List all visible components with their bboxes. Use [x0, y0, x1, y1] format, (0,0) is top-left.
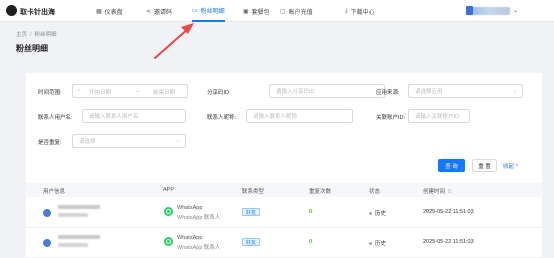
table-row[interactable]: WhatsApp WhatsApp 联系人 好友 0 历史 2025-05-22…	[26, 228, 542, 258]
repeat-label: 是否重复:	[38, 140, 62, 146]
column-created-time[interactable]: 创建时间 ⇅	[423, 187, 452, 195]
breadcrumb: 主页 / 粉丝明细	[16, 30, 57, 38]
repeat-count: 0	[309, 239, 313, 245]
annotation-arrow-line	[154, 27, 190, 59]
nav-item-package[interactable]: ▣ 套餐包	[243, 0, 270, 22]
nav-item-invite-code[interactable]: ⋖ 邀请码	[146, 0, 172, 22]
app-source-select[interactable]: 请选择应用 ⌄	[408, 84, 523, 98]
calendar-icon: ▫	[78, 88, 80, 94]
repeat-select[interactable]: 请选择 ⌄	[72, 134, 186, 148]
chevron-down-icon: ⌄	[175, 138, 180, 144]
nav-item-download-center[interactable]: ⤓ 下载中心	[345, 0, 375, 22]
nav-item-recharge[interactable]: ▢ 账户充值	[280, 0, 313, 22]
arrow-right-icon: →	[135, 88, 141, 94]
repeat-count: 0	[309, 209, 313, 215]
page-title: 粉丝明细	[16, 44, 48, 53]
status-dot-icon	[369, 242, 372, 246]
fans-icon: ▭	[192, 7, 198, 14]
time-range-label: 时间范围:	[38, 90, 62, 96]
top-nav-bar: 取卡针出海 ▦ 仪表盘 ⋖ 邀请码 ▭ 粉丝明细 ▣ 套餐包 ▢ 账户充值 ⤓ …	[0, 0, 554, 22]
nav-item-fans-detail[interactable]: ▭ 粉丝明细	[192, 0, 225, 22]
related-account-label: 关联账户ID:	[376, 115, 406, 121]
annotation-arrow-head	[181, 23, 194, 34]
nav-item-label: 套餐包	[251, 9, 270, 16]
contact-type-badge: 好友	[242, 238, 261, 246]
column-app: APP	[163, 187, 175, 193]
user-name-blurred[interactable]	[468, 7, 510, 15]
date-range-picker[interactable]: ▫ 开始日期 → 结束日期	[72, 84, 188, 98]
app-name: WhatsApp	[177, 205, 203, 211]
date-start-input[interactable]: 开始日期	[89, 88, 111, 96]
package-icon: ▣	[243, 8, 249, 15]
created-time: 2025-05-22 11:51:03	[423, 239, 474, 245]
avatar[interactable]	[466, 6, 473, 15]
column-repeat-count: 重复次数	[309, 189, 332, 195]
status-text: 历史	[375, 241, 387, 247]
app-source-placeholder: 请选择应用	[415, 89, 443, 95]
created-time: 2025-05-22 11:51:03	[423, 209, 474, 215]
app-source-label: 应用来源:	[376, 90, 400, 96]
related-account-input[interactable]: 请输入关联账户ID	[408, 109, 470, 123]
status-badge: 历史	[369, 239, 386, 247]
breadcrumb-home[interactable]: 主页	[16, 32, 27, 38]
table-header: 用户信息 APP 联系类型 重复次数 状态 创建时间 ⇅	[26, 183, 542, 197]
user-icon	[43, 209, 51, 217]
whatsapp-icon	[164, 207, 173, 216]
nav-item-label: 账户充值	[288, 9, 313, 16]
nav-item-label: 仪表盘	[104, 9, 123, 16]
contact-username-input[interactable]: 请输入联系人用户名	[82, 109, 186, 123]
user-id-blurred	[58, 243, 88, 247]
download-icon: ⤓	[345, 7, 348, 14]
nav-item-label: 粉丝明细	[200, 8, 225, 15]
app-sub: WhatsApp 联系人	[177, 215, 221, 221]
collapse-link[interactable]: 收起 ^	[503, 162, 518, 170]
contact-nickname-label: 联系人昵称:	[207, 115, 237, 121]
wallet-icon: ▢	[280, 8, 286, 15]
share-icon: ⋖	[146, 8, 152, 15]
whatsapp-icon	[164, 237, 173, 246]
share-code-input[interactable]: 请输入分享码ID	[269, 84, 385, 98]
contact-nickname-input[interactable]: 请输入联系人昵称	[246, 109, 353, 123]
brand-logo-icon[interactable]	[6, 5, 17, 16]
status-text: 历史	[375, 211, 387, 217]
user-id-blurred	[58, 213, 88, 217]
chevron-down-icon[interactable]: ⌄	[513, 7, 518, 14]
share-code-label: 分享码ID:	[207, 90, 231, 96]
contact-username-label: 联系人用户名:	[38, 115, 73, 121]
sort-icon[interactable]: ⇅	[447, 189, 452, 195]
nav-item-label: 下载中心	[350, 9, 375, 16]
user-icon	[43, 239, 51, 247]
column-status: 状态	[369, 189, 381, 195]
app-sub: WhatsApp 联系人	[177, 245, 221, 251]
app-name: WhatsApp	[177, 235, 203, 241]
status-dot-icon	[369, 212, 372, 216]
nav-item-dashboard[interactable]: ▦ 仪表盘	[96, 0, 123, 22]
breadcrumb-separator: /	[30, 32, 32, 38]
user-name-blurred	[58, 205, 100, 209]
chevron-down-icon: ⌄	[512, 88, 517, 94]
column-contact-type: 联系类型	[242, 189, 265, 195]
contact-type-badge: 好友	[242, 208, 261, 216]
repeat-placeholder: 请选择	[79, 139, 96, 145]
date-end-input[interactable]: 结束日期	[153, 88, 175, 96]
user-name-blurred	[58, 235, 100, 239]
brand-name[interactable]: 取卡针出海	[20, 7, 55, 17]
nav-item-label: 邀请码	[154, 9, 173, 16]
reset-button[interactable]: 重 置	[472, 159, 497, 172]
table-row[interactable]: WhatsApp WhatsApp 联系人 好友 0 历史 2025-05-22…	[26, 198, 542, 228]
breadcrumb-current: 粉丝明细	[34, 32, 57, 38]
column-user-info: 用户信息	[43, 189, 66, 195]
query-button[interactable]: 查 询	[438, 159, 465, 172]
grid-icon: ▦	[96, 8, 102, 15]
status-badge: 历史	[369, 209, 386, 217]
column-created-time-label: 创建时间	[423, 189, 446, 195]
